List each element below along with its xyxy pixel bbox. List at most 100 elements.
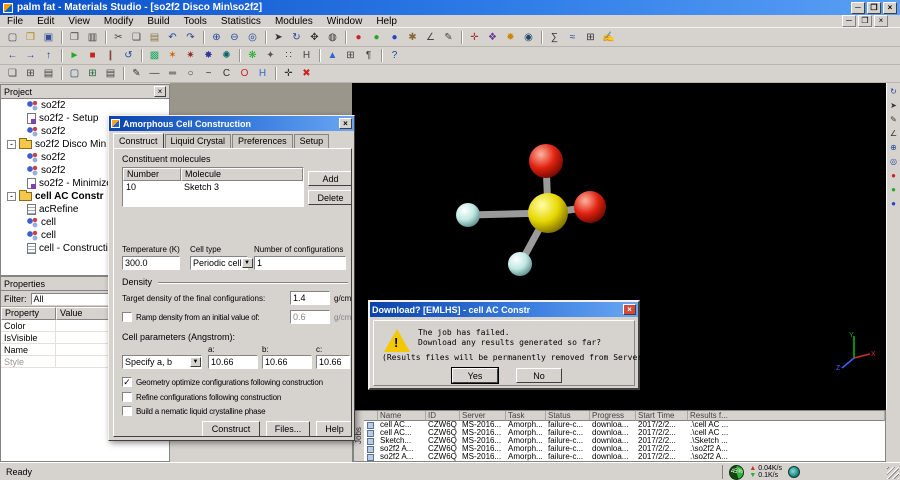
forcite-button[interactable]: ✶ — [164, 48, 181, 63]
zoom-in-button[interactable]: ⊕ — [208, 29, 225, 45]
jobs-header-server[interactable]: Server — [460, 411, 506, 421]
measure-angle-button[interactable]: ∠ — [422, 29, 439, 45]
ramp-density-input[interactable] — [290, 310, 330, 324]
show-bonds-button[interactable]: ∷ — [280, 48, 297, 63]
jobs-header-results-f-[interactable]: Results f... — [688, 411, 885, 421]
open-button[interactable]: ❒ — [22, 29, 39, 45]
chevron-down-icon[interactable]: ▼ — [190, 357, 201, 367]
add-hydrogens-button[interactable]: H — [298, 48, 315, 63]
sketch-chain-button[interactable]: ~ — [200, 66, 217, 81]
specify-select[interactable]: Specify a, b ▼ — [122, 355, 202, 369]
back-button[interactable]: ← — [4, 48, 21, 63]
adjust-tool-button[interactable]: ✛ — [280, 66, 297, 81]
jobs-header-name[interactable]: Name — [378, 411, 426, 421]
sketch-atom-tool-button[interactable]: ✎ — [887, 113, 900, 126]
recenter-tool-button[interactable]: ◎ — [887, 155, 900, 168]
jobs-header-status[interactable]: Status — [546, 411, 590, 421]
redo-button[interactable]: ↷ — [182, 29, 199, 45]
temperature-input[interactable] — [122, 256, 180, 270]
geometry-optimize-checkbox[interactable] — [122, 377, 132, 387]
atom-blue-button[interactable]: ● — [386, 29, 403, 45]
refine-configs-checkbox[interactable] — [122, 392, 132, 402]
download-close-icon[interactable]: × — [623, 304, 636, 315]
print-button[interactable]: ❐ — [66, 29, 83, 45]
cut-button[interactable]: ✂ — [110, 29, 127, 45]
tile-windows-button[interactable]: ⊞ — [22, 66, 39, 81]
cell-type-select[interactable]: Periodic cell ▼ — [190, 256, 253, 270]
print-preview-button[interactable]: ▥ — [84, 29, 101, 45]
yes-button[interactable]: Yes — [451, 367, 499, 384]
up-level-button[interactable]: ↑ — [40, 48, 57, 63]
rotate-view-button[interactable]: ↻ — [288, 29, 305, 45]
menu-statistics[interactable]: Statistics — [214, 15, 268, 28]
castep-button[interactable]: ✺ — [218, 48, 235, 63]
menu-modules[interactable]: Modules — [268, 15, 320, 28]
discover-button[interactable]: ✷ — [182, 48, 199, 63]
nematic-phase-checkbox[interactable] — [122, 406, 132, 416]
download-dialog-titlebar[interactable]: Download? [EMLHS] - cell AC Constr × — [370, 302, 638, 317]
zoom-out-button[interactable]: ⊖ — [226, 29, 243, 45]
expander-icon[interactable]: - — [7, 140, 16, 149]
ramp-density-checkbox[interactable] — [122, 312, 132, 322]
zoom-fit-button[interactable]: ◎ — [244, 29, 261, 45]
rotate-tool-button[interactable]: ↻ — [887, 85, 900, 98]
acc-close-icon[interactable]: × — [339, 118, 352, 129]
sketch-ring-button[interactable]: ○ — [182, 66, 199, 81]
select-tool-button[interactable]: ➤ — [887, 99, 900, 112]
close-button[interactable]: × — [883, 1, 897, 14]
job-row[interactable]: so2f2 A... CZW6Q MS-2016... Amorph... failur… — [364, 445, 885, 453]
help-button[interactable]: Help — [316, 421, 351, 436]
menu-help[interactable]: Help — [369, 15, 404, 28]
translate-view-button[interactable]: ✥ — [306, 29, 323, 45]
measure-tool-button[interactable]: ∠ — [887, 127, 900, 140]
help-button[interactable]: ? — [386, 48, 403, 63]
oxygen-atom-right[interactable] — [574, 191, 606, 223]
double-bond-button[interactable]: ═ — [164, 66, 181, 81]
menu-view[interactable]: View — [61, 15, 97, 28]
script-editor-button[interactable]: ✍ — [600, 29, 617, 45]
zoom-mode-button[interactable]: ◍ — [324, 29, 341, 45]
pause-job-button[interactable]: ❙ — [102, 48, 119, 63]
resize-grip[interactable] — [887, 467, 899, 479]
menu-modify[interactable]: Modify — [97, 15, 140, 28]
lighting-button[interactable]: ✹ — [502, 29, 519, 45]
files-button[interactable]: Files... — [266, 421, 310, 436]
table-row[interactable]: 10 Sketch 3 — [123, 181, 303, 193]
undo-button[interactable]: ↶ — [164, 29, 181, 45]
table-view-button[interactable]: ⊞ — [582, 29, 599, 45]
save-button[interactable]: ▣ — [40, 29, 57, 45]
acc-dialog-titlebar[interactable]: Amorphous Cell Construction × — [109, 116, 354, 131]
menu-window[interactable]: Window — [320, 15, 370, 28]
delete-button[interactable]: Delete — [308, 190, 351, 205]
element-oxygen-button[interactable]: O — [236, 66, 253, 81]
optimize-geometry-button[interactable]: ✦ — [262, 48, 279, 63]
new-study-table-button[interactable]: ⊞ — [84, 66, 101, 81]
tab-liquid-crystal[interactable]: Liquid Crystal — [164, 134, 232, 149]
atom-green-button[interactable]: ● — [368, 29, 385, 45]
copy-button[interactable]: ❏ — [128, 29, 145, 45]
c-input[interactable] — [316, 355, 350, 369]
jobs-header-start-time[interactable]: Start Time — [636, 411, 688, 421]
selection-tool-button[interactable]: ➤ — [270, 29, 287, 45]
color-blue-tool-button[interactable]: ● — [887, 197, 900, 210]
b-input[interactable] — [262, 355, 312, 369]
show-axes-button[interactable]: ✛ — [466, 29, 483, 45]
new-3d-window-button[interactable]: ▢ — [66, 66, 83, 81]
single-bond-button[interactable]: — — [146, 66, 163, 81]
stop-job-button[interactable]: ■ — [84, 48, 101, 63]
job-row[interactable]: cell AC... CZW6Q MS-2016... Amorph... failur… — [364, 429, 885, 437]
expander-icon[interactable]: - — [7, 192, 16, 201]
run-job-button[interactable]: ► — [66, 48, 83, 63]
tab-setup[interactable]: Setup — [293, 134, 330, 149]
new-grid-button[interactable]: ⊞ — [342, 48, 359, 63]
new-text-doc-button[interactable]: ▤ — [102, 66, 119, 81]
menu-build[interactable]: Build — [140, 15, 176, 28]
oxygen-atom-top[interactable] — [529, 144, 563, 178]
clean-structure-button[interactable]: ❋ — [244, 48, 261, 63]
job-row[interactable]: Sketch... CZW6Q MS-2016... Amorph... failure… — [364, 437, 885, 445]
project-panel-close-icon[interactable]: × — [154, 86, 166, 97]
zoom-tool-button[interactable]: ⊕ — [887, 141, 900, 154]
jobs-header-id[interactable]: ID — [426, 411, 460, 421]
periodic-table-button[interactable]: ✱ — [404, 29, 421, 45]
calculate-button[interactable]: ∑ — [546, 29, 563, 45]
